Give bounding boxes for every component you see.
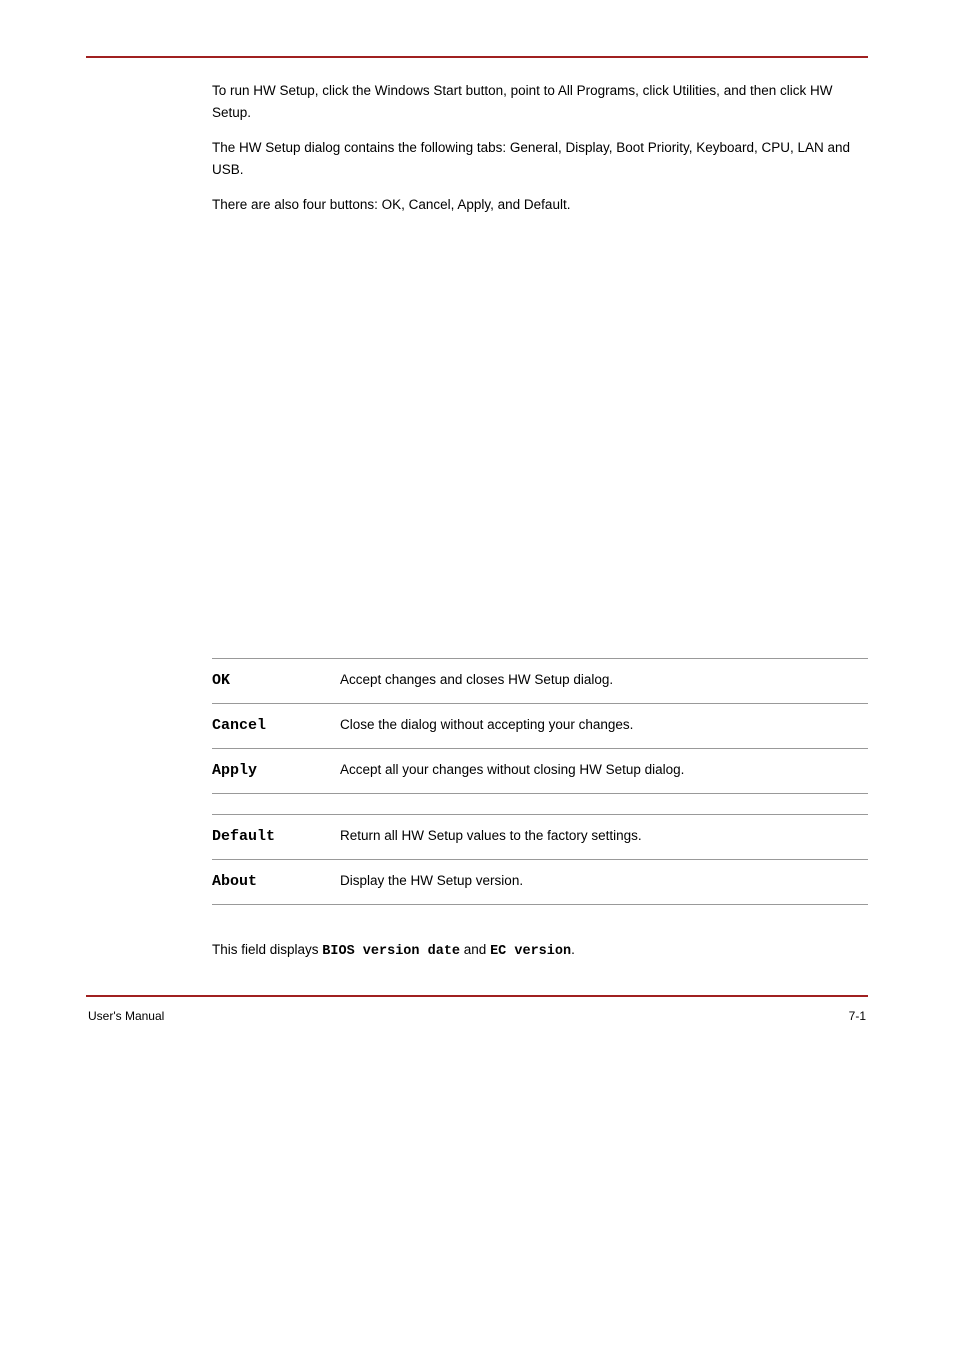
top-rule: [86, 56, 868, 58]
setup-text-suffix: .: [571, 942, 575, 957]
button-table-1: OK Accept changes and closes HW Setup di…: [212, 658, 868, 794]
spacer: [212, 804, 868, 814]
table-row: Cancel Close the dialog without acceptin…: [212, 703, 868, 748]
setup-text-prefix: This field displays: [212, 942, 322, 957]
term-default: Default: [212, 814, 332, 859]
footer-right: 7-1: [849, 1009, 866, 1023]
intro-paragraph-3: There are also four buttons: OK, Cancel,…: [212, 194, 868, 216]
term-about: About: [212, 859, 332, 904]
code-bios: BIOS version date: [322, 944, 460, 959]
spacer: [212, 915, 868, 921]
term-apply: Apply: [212, 748, 332, 793]
table-row: Default Return all HW Setup values to th…: [212, 814, 868, 859]
desc-cancel: Close the dialog without accepting your …: [332, 703, 868, 748]
page: To run HW Setup, click the Windows Start…: [0, 0, 954, 1352]
desc-apply: Accept all your changes without closing …: [332, 748, 868, 793]
body-text: The HW Setup dialog contains the followi…: [212, 140, 850, 177]
term-ok: OK: [212, 658, 332, 703]
page-footer: User's Manual 7-1: [86, 1009, 868, 1023]
intro-paragraph-2: The HW Setup dialog contains the followi…: [212, 137, 868, 180]
intro-paragraph-1: To run HW Setup, click the Windows Start…: [212, 80, 868, 123]
setup-text-mid: and: [460, 942, 490, 957]
table-row: OK Accept changes and closes HW Setup di…: [212, 658, 868, 703]
content-area: To run HW Setup, click the Windows Start…: [212, 80, 868, 963]
desc-default: Return all HW Setup values to the factor…: [332, 814, 868, 859]
bottom-rule: [86, 995, 868, 997]
setup-paragraph: This field displays BIOS version date an…: [212, 939, 868, 963]
table-row: About Display the HW Setup version.: [212, 859, 868, 904]
desc-about: Display the HW Setup version.: [332, 859, 868, 904]
body-text: To run HW Setup, click the Windows Start…: [212, 83, 832, 120]
button-table-2: Default Return all HW Setup values to th…: [212, 814, 868, 905]
body-text: There are also four buttons: OK, Cancel,…: [212, 197, 570, 212]
footer-left: User's Manual: [88, 1009, 164, 1023]
term-cancel: Cancel: [212, 703, 332, 748]
spacer: [212, 230, 868, 650]
code-ec: EC version: [490, 944, 571, 959]
desc-ok: Accept changes and closes HW Setup dialo…: [332, 658, 868, 703]
table-row: Apply Accept all your changes without cl…: [212, 748, 868, 793]
